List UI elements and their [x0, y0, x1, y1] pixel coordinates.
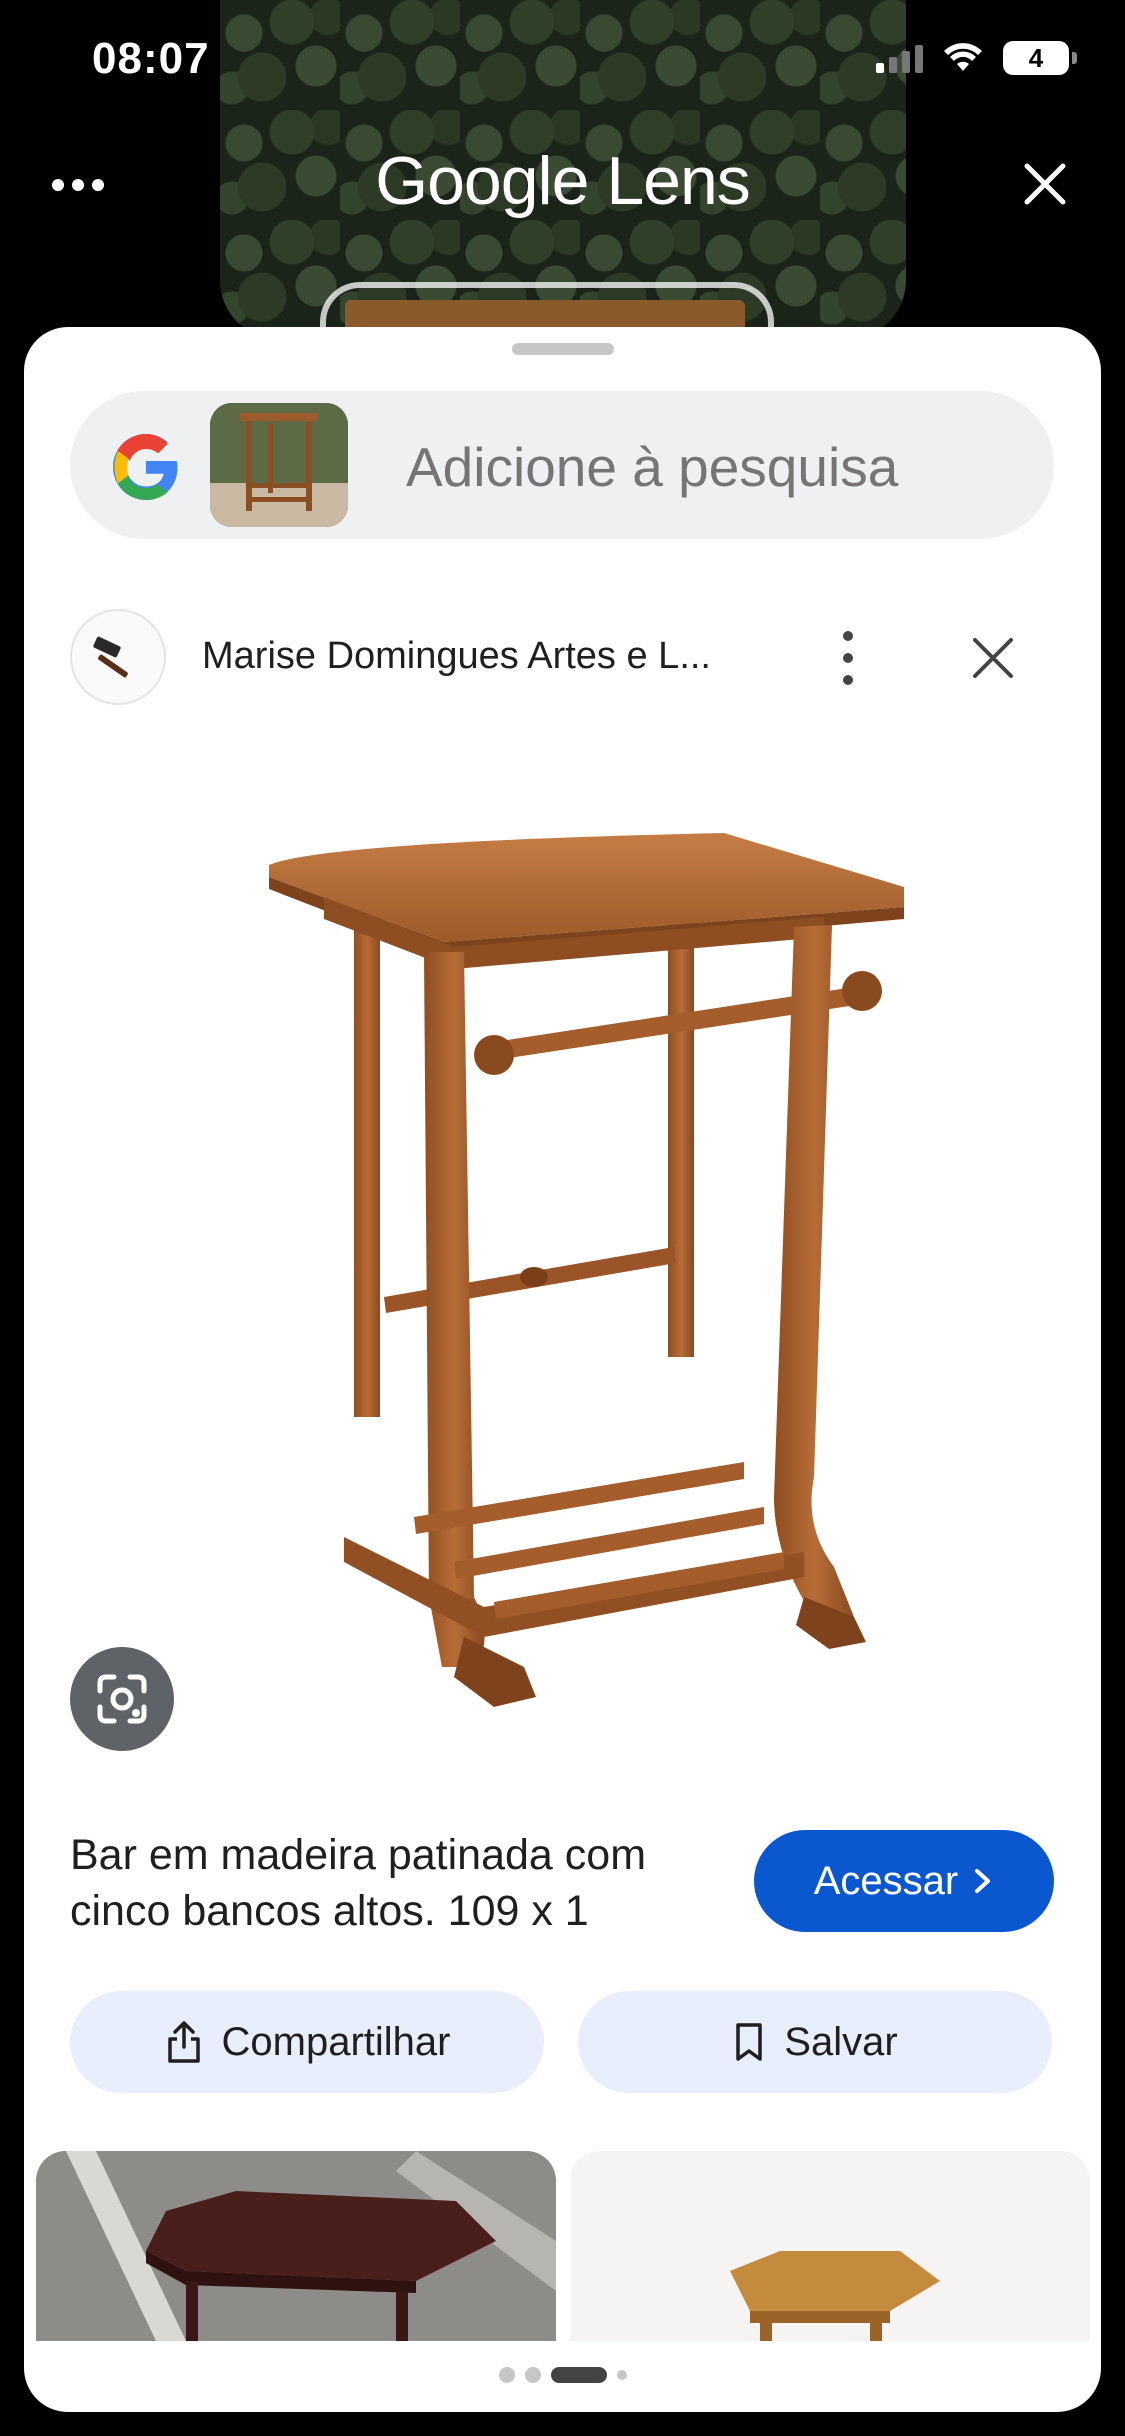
product-photo	[269, 833, 904, 1707]
visit-button-label: Acessar	[813, 1858, 959, 1903]
save-button-label: Salvar	[784, 2019, 898, 2064]
save-button[interactable]: Salvar	[578, 1991, 1052, 2093]
wifi-icon	[944, 43, 982, 71]
lens-camera-icon	[97, 1674, 147, 1724]
visual-match-image	[570, 2151, 1090, 2341]
chevron-right-icon	[975, 1869, 991, 1893]
source-avatar[interactable]	[70, 609, 166, 705]
page-dot-active	[550, 2367, 607, 2383]
page-dot	[616, 2370, 627, 2380]
lens-search-button[interactable]	[70, 1647, 174, 1751]
hammer-icon	[93, 636, 128, 678]
sheet-drag-handle[interactable]	[512, 343, 614, 355]
share-button[interactable]: Compartilhar	[70, 1991, 544, 2093]
visual-match-card[interactable]	[570, 2151, 1090, 2341]
search-placeholder: Adicione à pesquisa	[406, 436, 899, 498]
source-header: Marise Domingues Artes e L...	[70, 609, 1054, 709]
app-title: Google Lens	[375, 143, 751, 219]
cellular-signal-icon	[876, 43, 923, 73]
visual-match-card[interactable]	[36, 2151, 556, 2341]
product-description: Bar em madeira patinada com cinco bancos…	[70, 1831, 647, 1935]
results-sheet: Adicione à pesquisa Marise Domingues Art…	[24, 327, 1101, 2412]
page-indicator	[24, 2367, 1101, 2383]
more-vertical-icon[interactable]	[838, 631, 858, 685]
close-icon[interactable]	[970, 635, 1016, 681]
source-name[interactable]: Marise Domingues Artes e L...	[202, 635, 711, 678]
close-icon[interactable]	[1021, 160, 1069, 208]
search-image-thumbnail[interactable]	[210, 403, 348, 527]
battery-indicator: 4	[1003, 41, 1077, 75]
status-time: 08:07	[92, 34, 210, 83]
visit-button[interactable]: Acessar	[754, 1830, 1054, 1932]
status-icons: 4	[876, 40, 1077, 76]
visual-match-image	[36, 2151, 556, 2341]
page-dot	[524, 2367, 541, 2383]
bookmark-icon	[736, 2023, 763, 2061]
search-bar[interactable]: Adicione à pesquisa	[70, 391, 1054, 539]
page-dot	[498, 2367, 515, 2383]
share-button-label: Compartilhar	[221, 2019, 451, 2064]
google-g-icon	[113, 434, 178, 500]
share-icon	[167, 2021, 200, 2063]
